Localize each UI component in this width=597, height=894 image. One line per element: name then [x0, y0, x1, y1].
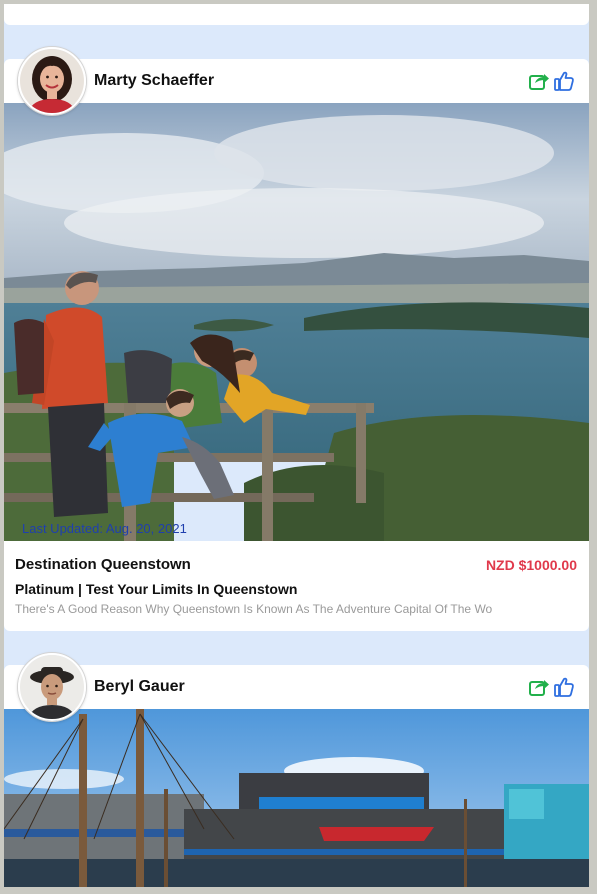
previous-post-card [4, 4, 589, 25]
avatar[interactable] [18, 47, 86, 115]
post-details[interactable]: Destination Queenstown NZD $1000.00 Plat… [4, 541, 589, 631]
trip-package: Platinum | Test Your Limits In Queenstow… [15, 581, 298, 597]
avatar[interactable] [18, 653, 86, 721]
post-header [4, 59, 589, 103]
post-feed[interactable]: Marty Schaeffer Last Updated: Aug. 20, 2… [4, 4, 589, 887]
post-image[interactable]: Last Updated: Aug. 20, 2021 [4, 103, 589, 541]
post-header [4, 665, 589, 709]
post-image[interactable] [4, 709, 589, 887]
last-updated-label: Last Updated: Aug. 20, 2021 [22, 521, 187, 536]
trip-description: There's A Good Reason Why Queenstown Is … [15, 602, 493, 616]
share-icon[interactable] [528, 70, 550, 92]
thumbs-up-icon[interactable] [553, 676, 575, 698]
author-name[interactable]: Beryl Gauer [94, 678, 185, 696]
author-name[interactable]: Marty Schaeffer [94, 72, 214, 90]
thumbs-up-icon[interactable] [553, 70, 575, 92]
trip-price: NZD $1000.00 [485, 557, 577, 573]
trip-title[interactable]: Destination Queenstown [15, 556, 191, 573]
share-icon[interactable] [528, 676, 550, 698]
